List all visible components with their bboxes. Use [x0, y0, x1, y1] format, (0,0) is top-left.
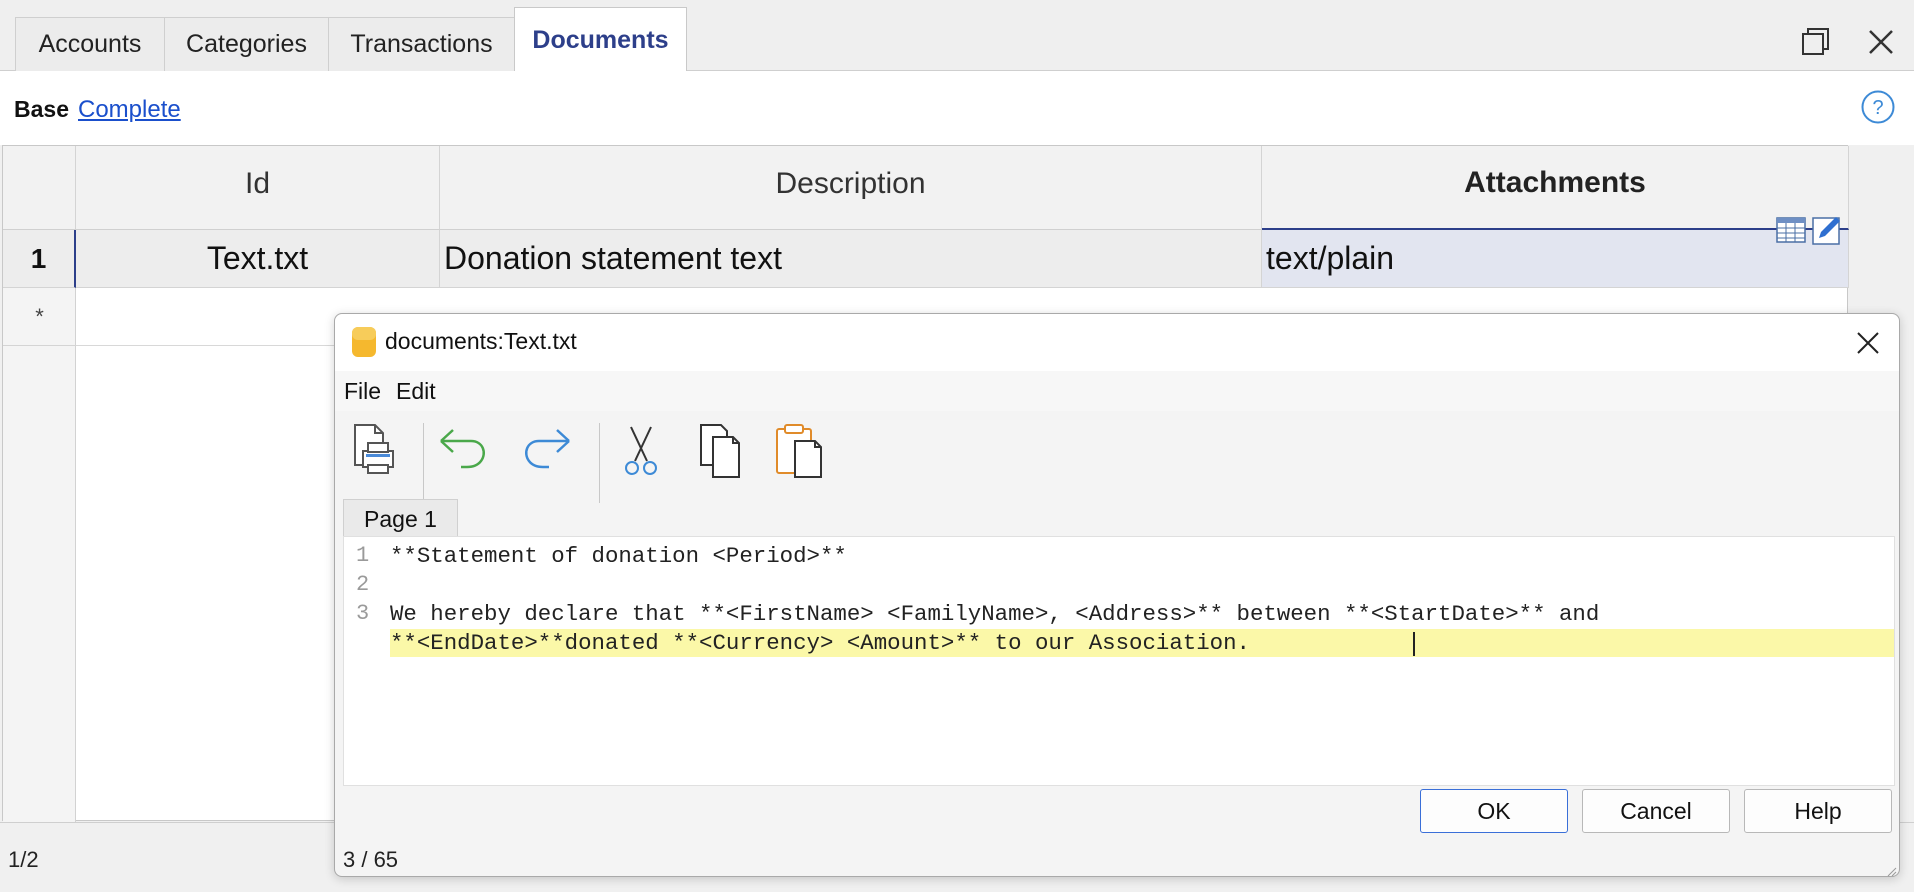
line-number: 2 [356, 572, 370, 597]
row-number[interactable]: 1 [3, 230, 76, 288]
corner-header [3, 146, 76, 230]
svg-text:?: ? [1872, 97, 1883, 119]
editor-line: We hereby declare that **<FirstName> <Fa… [390, 601, 1600, 627]
print-icon[interactable] [347, 421, 407, 481]
view-bar: Base Complete ? [0, 71, 1914, 145]
view-complete-link[interactable]: Complete [78, 96, 181, 124]
undo-icon[interactable] [435, 421, 495, 481]
dialog-title: documents:Text.txt [385, 328, 577, 354]
line-number: 1 [356, 543, 370, 568]
dialog-toolbar [335, 411, 1899, 509]
dialog-menu-bar: File Edit [335, 371, 1899, 411]
menu-file[interactable]: File [344, 378, 381, 405]
ok-button[interactable]: OK [1420, 789, 1568, 833]
tab-accounts[interactable]: Accounts [15, 17, 165, 71]
toolbar-separator [423, 423, 424, 503]
editor-line: **Statement of donation <Period>** [390, 543, 847, 569]
dialog-title-bar: documents:Text.txt [335, 314, 1899, 371]
redo-icon[interactable] [515, 421, 575, 481]
toolbar-separator [599, 423, 600, 503]
cell-id[interactable]: Text.txt [76, 230, 440, 288]
tab-categories[interactable]: Categories [164, 17, 329, 71]
cell-description[interactable]: Donation statement text [440, 230, 1262, 288]
tab-bar: Accounts Categories Transactions Documen… [0, 0, 1914, 72]
tab-page-1[interactable]: Page 1 [343, 499, 458, 538]
cancel-button[interactable]: Cancel [1582, 789, 1730, 833]
restore-window-icon[interactable] [1795, 22, 1835, 62]
tab-transactions[interactable]: Transactions [328, 17, 515, 71]
dialog-close-icon[interactable] [1853, 328, 1883, 358]
text-editor[interactable]: 1 2 3 **Statement of donation <Period>**… [343, 536, 1895, 786]
copy-icon[interactable] [691, 421, 751, 481]
tab-documents[interactable]: Documents [514, 7, 687, 72]
text-caret [1413, 632, 1415, 656]
cell-attachments[interactable]: text/plain [1262, 230, 1849, 288]
new-row-marker[interactable]: * [3, 288, 76, 346]
column-header-description[interactable]: Description [440, 146, 1262, 230]
column-header-id[interactable]: Id [76, 146, 440, 230]
cut-icon[interactable] [611, 421, 671, 481]
help-button[interactable]: Help [1744, 789, 1892, 833]
cursor-position: 3 / 65 [343, 847, 399, 872]
help-icon[interactable]: ? [1860, 89, 1896, 125]
editor-line: **<EndDate>**donated **<Currency> <Amoun… [390, 630, 1250, 656]
text-editor-dialog: documents:Text.txt File Edit Page 1 1 2 … [334, 313, 1900, 877]
app-logo-icon [351, 326, 377, 358]
column-header-attachments[interactable]: Attachments [1262, 146, 1849, 230]
menu-edit[interactable]: Edit [396, 378, 436, 405]
edit-pencil-icon[interactable] [1811, 214, 1843, 246]
close-tab-icon[interactable] [1861, 22, 1901, 62]
table-view-icon[interactable] [1775, 214, 1807, 246]
line-number: 3 [356, 601, 370, 626]
row-counter: 1/2 [8, 847, 39, 872]
resize-grip-icon[interactable] [1885, 864, 1897, 877]
paste-icon[interactable] [771, 421, 831, 481]
view-base[interactable]: Base [14, 96, 69, 123]
